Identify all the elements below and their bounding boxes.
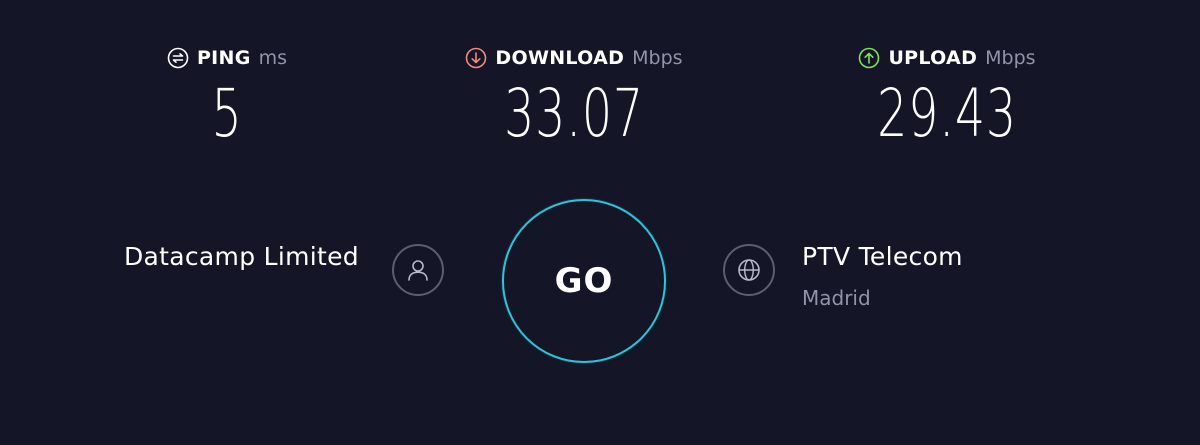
ping-result: PING ms 5	[77, 44, 377, 154]
globe-icon[interactable]	[723, 244, 775, 296]
server-location[interactable]: Madrid	[802, 286, 871, 310]
download-arrow-icon	[465, 47, 487, 69]
ping-header: PING ms	[77, 44, 377, 72]
download-label: DOWNLOAD	[495, 47, 625, 69]
ping-unit: ms	[258, 47, 288, 69]
download-result: DOWNLOAD Mbps 33.07	[424, 44, 724, 154]
upload-arrow-icon	[858, 47, 880, 69]
user-icon[interactable]	[392, 244, 444, 296]
isp-name[interactable]: Datacamp Limited	[124, 242, 359, 271]
upload-value: 29.43	[877, 75, 1017, 152]
upload-header: UPLOAD Mbps	[797, 44, 1097, 72]
download-unit: Mbps	[632, 47, 683, 69]
upload-result: UPLOAD Mbps 29.43	[797, 44, 1097, 154]
ping-icon	[167, 47, 189, 69]
server-name[interactable]: PTV Telecom	[802, 242, 963, 271]
upload-unit: Mbps	[985, 47, 1036, 69]
upload-label: UPLOAD	[888, 47, 978, 69]
ping-label: PING	[196, 47, 251, 69]
download-value: 33.07	[504, 75, 644, 152]
go-button[interactable]: GO	[502, 199, 666, 363]
download-header: DOWNLOAD Mbps	[424, 44, 724, 72]
ping-value: 5	[211, 75, 243, 152]
go-label: GO	[554, 261, 614, 301]
